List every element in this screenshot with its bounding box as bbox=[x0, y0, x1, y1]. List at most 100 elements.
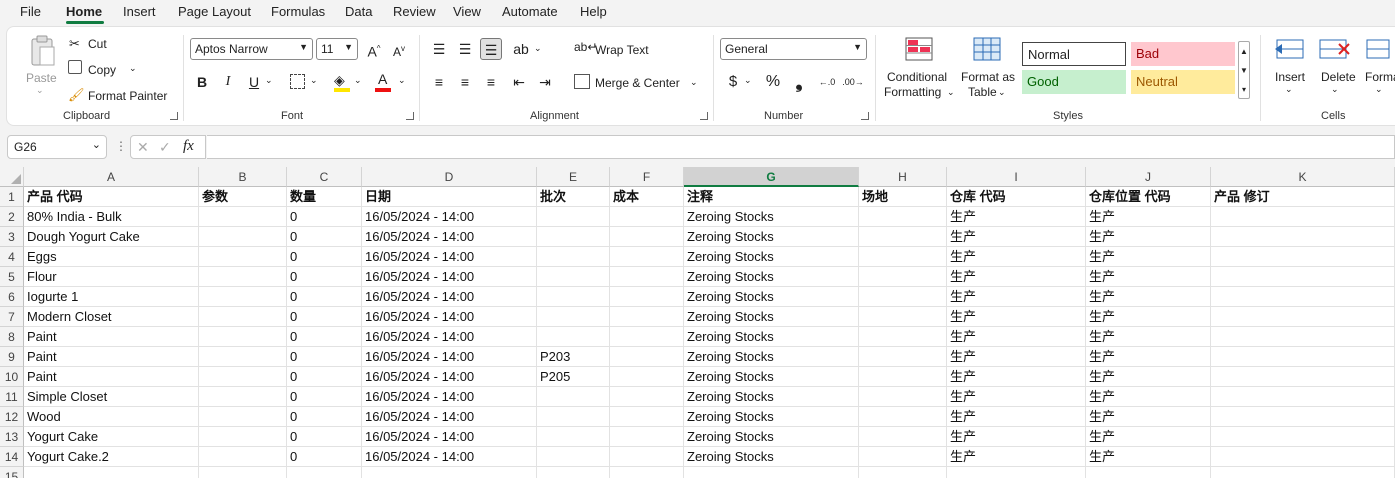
cell[interactable] bbox=[199, 327, 287, 347]
cell[interactable]: Zeroing Stocks bbox=[684, 207, 859, 227]
column-header[interactable]: K bbox=[1211, 167, 1395, 187]
column-title-cell[interactable]: 参数 bbox=[199, 187, 287, 207]
increase-indent-icon[interactable]: ⇥ bbox=[534, 71, 556, 93]
percent-button[interactable]: % bbox=[762, 71, 784, 93]
menu-view[interactable]: View bbox=[453, 4, 481, 19]
cell[interactable]: P203 bbox=[537, 347, 610, 367]
cell[interactable] bbox=[537, 467, 610, 478]
cell[interactable]: 生产 bbox=[947, 207, 1086, 227]
menu-insert[interactable]: Insert bbox=[123, 4, 156, 19]
menu-file[interactable]: File bbox=[20, 4, 41, 19]
cell[interactable]: 16/05/2024 - 14:00 bbox=[362, 227, 537, 247]
font-color-chevron-icon[interactable]: ⌄ bbox=[398, 75, 406, 86]
cell[interactable] bbox=[610, 247, 684, 267]
row-header[interactable]: 1 bbox=[0, 187, 24, 207]
format-as-table-line2[interactable]: Table bbox=[968, 85, 997, 99]
cell[interactable]: 16/05/2024 - 14:00 bbox=[362, 347, 537, 367]
cell[interactable]: Zeroing Stocks bbox=[684, 407, 859, 427]
cell[interactable] bbox=[859, 247, 947, 267]
format-button[interactable]: Format bbox=[1365, 70, 1395, 84]
cell[interactable] bbox=[362, 467, 537, 478]
column-header[interactable]: F bbox=[610, 167, 684, 187]
insert-button[interactable]: Insert bbox=[1275, 70, 1305, 84]
conditional-formatting-icon[interactable] bbox=[905, 37, 933, 61]
cell[interactable] bbox=[859, 467, 947, 478]
clipboard-launcher-icon[interactable] bbox=[170, 112, 178, 120]
cell[interactable] bbox=[537, 387, 610, 407]
insert-chevron-icon[interactable]: ⌄ bbox=[1285, 84, 1293, 95]
cell[interactable] bbox=[684, 467, 859, 478]
column-title-cell[interactable]: 产品 修订 bbox=[1211, 187, 1395, 207]
cell[interactable] bbox=[610, 427, 684, 447]
fill-chevron-icon[interactable]: ⌄ bbox=[354, 75, 362, 86]
cell[interactable] bbox=[1211, 447, 1395, 467]
conditional-formatting-button[interactable]: Conditional bbox=[887, 70, 947, 84]
row-header[interactable]: 6 bbox=[0, 287, 24, 307]
cell[interactable]: 16/05/2024 - 14:00 bbox=[362, 207, 537, 227]
cell[interactable] bbox=[537, 447, 610, 467]
align-right-icon[interactable]: ≡ bbox=[480, 71, 502, 93]
cell[interactable] bbox=[199, 207, 287, 227]
cell[interactable]: 生产 bbox=[1086, 247, 1211, 267]
cell[interactable]: 16/05/2024 - 14:00 bbox=[362, 307, 537, 327]
row-header[interactable]: 5 bbox=[0, 267, 24, 287]
cell[interactable]: 0 bbox=[287, 387, 362, 407]
cell[interactable] bbox=[537, 247, 610, 267]
cell[interactable] bbox=[610, 307, 684, 327]
cell[interactable] bbox=[947, 467, 1086, 478]
cell[interactable]: 生产 bbox=[1086, 327, 1211, 347]
cell[interactable]: 0 bbox=[287, 447, 362, 467]
decrease-indent-icon[interactable]: ⇤ bbox=[508, 71, 530, 93]
align-center-icon[interactable]: ≡ bbox=[454, 71, 476, 93]
cell[interactable]: 生产 bbox=[1086, 267, 1211, 287]
spreadsheet-grid[interactable]: A B C D E F G H I J K 1 2 3 4 5 6 7 8 9 10 11 12 13 14 15 产品 代码 参数数… bbox=[0, 167, 1395, 478]
cell[interactable]: Zeroing Stocks bbox=[684, 247, 859, 267]
column-header[interactable]: D bbox=[362, 167, 537, 187]
select-all-corner[interactable] bbox=[0, 167, 24, 187]
cell[interactable] bbox=[1211, 407, 1395, 427]
cell[interactable] bbox=[199, 467, 287, 478]
cell[interactable]: 生产 bbox=[1086, 227, 1211, 247]
cell[interactable]: Zeroing Stocks bbox=[684, 267, 859, 287]
menu-formulas[interactable]: Formulas bbox=[271, 4, 325, 19]
formula-input[interactable] bbox=[207, 135, 1395, 159]
cell[interactable] bbox=[1211, 427, 1395, 447]
cell[interactable]: 生产 bbox=[947, 347, 1086, 367]
cell[interactable]: 生产 bbox=[1086, 347, 1211, 367]
cell[interactable]: Eggs bbox=[24, 247, 199, 267]
cell[interactable] bbox=[537, 327, 610, 347]
font-size-dropdown[interactable]: 11 ▼ bbox=[316, 38, 358, 60]
merge-chevron-icon[interactable]: ⌄ bbox=[690, 77, 698, 88]
cell[interactable] bbox=[610, 207, 684, 227]
italic-button[interactable]: I bbox=[217, 71, 239, 93]
cell[interactable] bbox=[199, 287, 287, 307]
cell[interactable] bbox=[610, 287, 684, 307]
cell[interactable]: Zeroing Stocks bbox=[684, 307, 859, 327]
cell[interactable] bbox=[610, 367, 684, 387]
conditional-formatting-line2[interactable]: Formatting bbox=[884, 85, 941, 99]
increase-decimal-icon[interactable]: ←.0 bbox=[816, 71, 838, 93]
cell[interactable] bbox=[610, 327, 684, 347]
paste-icon[interactable] bbox=[27, 35, 57, 69]
cell[interactable] bbox=[199, 367, 287, 387]
increase-font-icon[interactable]: A^ bbox=[363, 38, 385, 60]
cell[interactable]: 16/05/2024 - 14:00 bbox=[362, 447, 537, 467]
menu-data[interactable]: Data bbox=[345, 4, 372, 19]
row-header[interactable]: 4 bbox=[0, 247, 24, 267]
orientation-icon[interactable]: ab bbox=[510, 38, 532, 60]
bold-button[interactable]: B bbox=[191, 71, 213, 93]
underline-chevron-icon[interactable]: ⌄ bbox=[265, 75, 273, 86]
styles-gallery-scroll[interactable]: ▲ ▼ ▾ bbox=[1238, 41, 1250, 99]
cell[interactable] bbox=[610, 227, 684, 247]
row-header[interactable]: 15 bbox=[0, 467, 24, 478]
cell[interactable] bbox=[537, 407, 610, 427]
cell[interactable]: 16/05/2024 - 14:00 bbox=[362, 427, 537, 447]
column-title-cell[interactable]: 注释 bbox=[684, 187, 859, 207]
column-header[interactable]: E bbox=[537, 167, 610, 187]
cell[interactable] bbox=[199, 227, 287, 247]
cell[interactable]: Zeroing Stocks bbox=[684, 327, 859, 347]
borders-chevron-icon[interactable]: ⌄ bbox=[310, 75, 318, 86]
cell[interactable] bbox=[610, 467, 684, 478]
comma-style-button[interactable]: ❟ bbox=[788, 71, 810, 93]
column-header[interactable]: C bbox=[287, 167, 362, 187]
